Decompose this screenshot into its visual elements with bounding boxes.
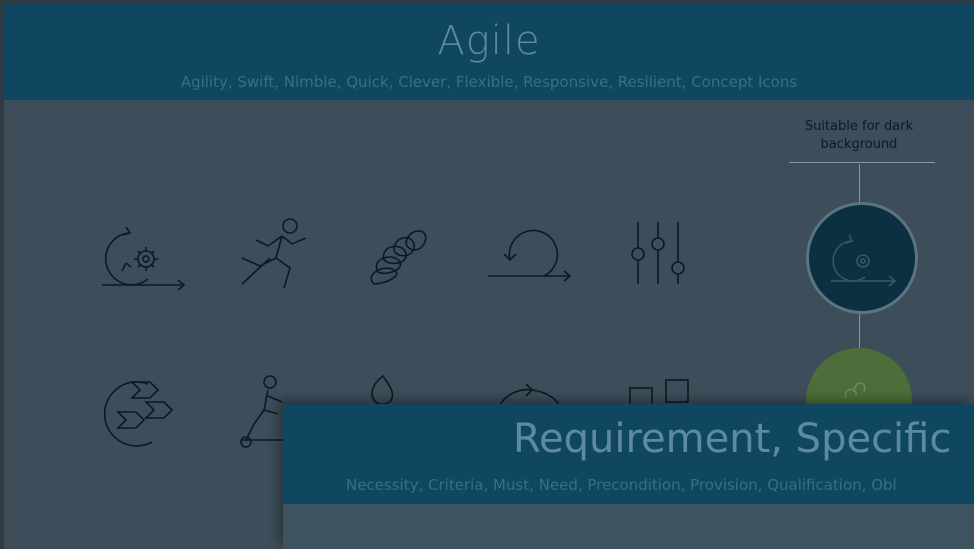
requirement-header: Requirement, Specific Necessity, Criteri… [283,404,974,504]
slide-title: Agile [437,18,541,64]
dark-preview-circle [806,202,918,314]
runner-icon [230,214,314,294]
dark-background-note: Suitable for dark background [804,119,914,152]
sliders-icon [622,218,694,288]
requirement-title: Requirement, Specific [513,416,952,462]
connector-line-mid [859,310,860,350]
circular-arrows-icon [102,376,184,450]
connector-line-top [859,164,860,204]
loop-arrow-icon [484,220,578,286]
requirement-slide: Requirement, Specific Necessity, Criteri… [283,404,974,549]
slide-header: Agile Agility, Swift, Nimble, Quick, Cle… [4,4,974,100]
requirement-subtitle: Necessity, Criteria, Must, Need, Precond… [346,476,897,494]
agile-cycle-gear-icon [98,211,190,295]
slide-subtitle: Agility, Swift, Nimble, Quick, Clever, F… [180,73,798,91]
spring-coil-icon [364,214,444,294]
note-divider [789,162,935,163]
